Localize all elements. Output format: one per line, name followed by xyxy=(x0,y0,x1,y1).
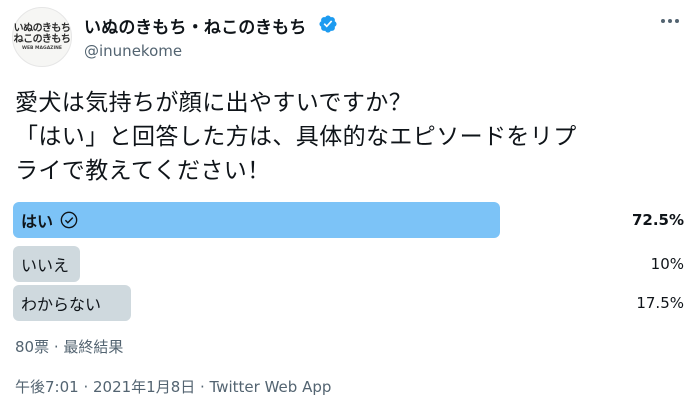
poll-option-label: いいえ xyxy=(21,256,70,275)
poll-option-yes: はい 72.5% xyxy=(13,202,687,238)
poll-vote-summary: 80票 · 最終結果 xyxy=(15,338,124,356)
poll-option-percent: 10% xyxy=(650,255,684,273)
check-circle-icon xyxy=(60,211,78,229)
poll-option-no: いいえ 10% xyxy=(13,246,687,282)
verified-badge-icon xyxy=(319,15,337,33)
avatar[interactable]: いぬのきもち ねこのきもち WEB MAGAZINE xyxy=(12,7,72,67)
poll-option-label: わからない xyxy=(21,295,102,314)
poll-option-dont-know: わからない 17.5% xyxy=(13,285,687,321)
more-dots-icon xyxy=(661,19,679,23)
more-options-button[interactable] xyxy=(655,10,685,32)
avatar-text-line2: ねこのきもち xyxy=(13,33,71,45)
avatar-text-line1: いぬのきもち xyxy=(13,22,71,34)
author-handle[interactable]: @inunekome xyxy=(84,42,182,60)
poll-bar-yes xyxy=(13,202,500,238)
poll-option-percent: 17.5% xyxy=(636,294,684,312)
tweet-text: 愛犬は気持ちが顔に出やすいですか？ 「はい」と回答した方は、具体的なエピソードを… xyxy=(15,90,577,184)
avatar-text-line3: WEB MAGAZINE xyxy=(22,45,62,51)
author-display-name[interactable]: いぬのきもち・ねこのきもち xyxy=(84,13,307,38)
tweet-card: いぬのきもち ねこのきもち WEB MAGAZINE いぬのきもち・ねこのきもち… xyxy=(0,0,700,410)
tweet-timestamp[interactable]: 午後7:01 · 2021年1月8日 · Twitter Web App xyxy=(15,376,331,397)
poll-option-percent: 72.5% xyxy=(631,211,684,229)
poll-option-label: はい xyxy=(21,212,54,231)
